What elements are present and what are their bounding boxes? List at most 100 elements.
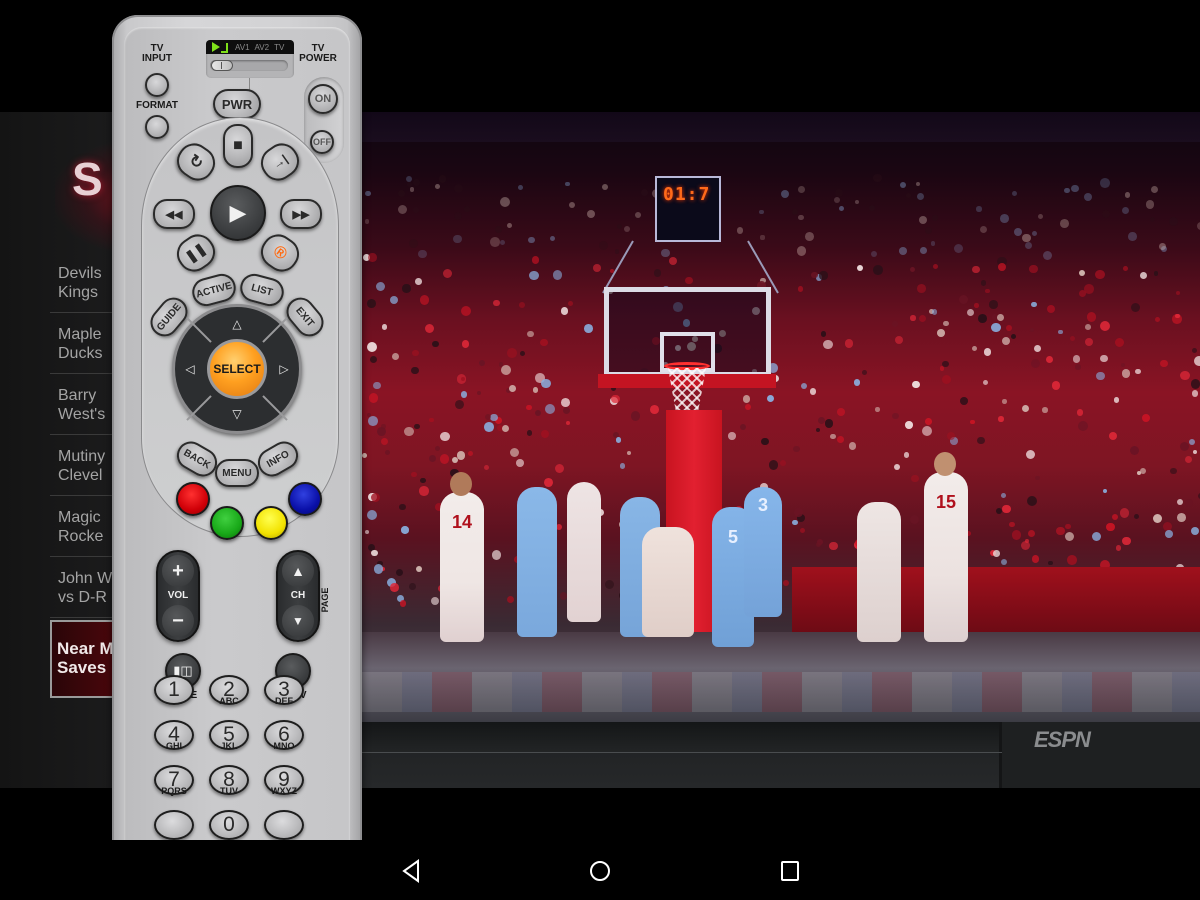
crowd-fan bbox=[1069, 335, 1076, 342]
back-icon[interactable] bbox=[396, 858, 426, 884]
mode-slider-knob[interactable] bbox=[211, 60, 233, 71]
crowd-fan bbox=[1011, 530, 1022, 540]
crowd-fan bbox=[946, 431, 956, 440]
crowd-fan bbox=[390, 583, 399, 592]
crowd-fan bbox=[1048, 560, 1053, 566]
crowd-fan bbox=[1191, 347, 1198, 354]
crowd-fan bbox=[1165, 530, 1173, 539]
court-reflection bbox=[362, 672, 1200, 712]
red-button[interactable] bbox=[176, 482, 210, 516]
player bbox=[567, 482, 601, 622]
key-letters-label: WXYZ bbox=[271, 786, 297, 796]
progress-line[interactable] bbox=[362, 752, 1002, 753]
crowd-fan bbox=[1160, 359, 1168, 368]
crowd-fan bbox=[872, 173, 882, 183]
crowd-fan bbox=[1029, 327, 1035, 333]
down-arrow-button[interactable]: ▽ bbox=[215, 401, 259, 427]
crowd-fan bbox=[1002, 504, 1011, 513]
crowd-fan bbox=[1100, 178, 1111, 189]
crowd-fan bbox=[1108, 431, 1117, 440]
blue-button[interactable] bbox=[288, 482, 322, 516]
crowd-fan bbox=[759, 209, 764, 215]
player bbox=[857, 502, 901, 642]
crowd-fan bbox=[820, 331, 827, 337]
crowd-fan bbox=[370, 549, 378, 557]
crowd-fan bbox=[984, 348, 992, 356]
key-letters-label: PQRS bbox=[161, 786, 187, 796]
stop-button[interactable]: ■ bbox=[223, 124, 253, 168]
fast-forward-button[interactable]: ▶▶ bbox=[280, 199, 322, 229]
channel-down-button[interactable]: ▼ bbox=[282, 605, 314, 637]
crowd-fan bbox=[1076, 409, 1084, 416]
tv-on-button[interactable]: ON bbox=[308, 84, 338, 114]
crowd-fan bbox=[507, 347, 517, 358]
crowd-fan bbox=[367, 509, 378, 520]
crowd-fan bbox=[1177, 498, 1184, 506]
crowd-fan bbox=[941, 374, 951, 385]
crowd-fan bbox=[545, 404, 555, 415]
crowd-fan bbox=[685, 276, 693, 284]
dpad-divider bbox=[262, 317, 288, 343]
mode-option-tv[interactable]: TV bbox=[274, 43, 284, 52]
mode-option-av2[interactable]: AV2 bbox=[255, 43, 270, 52]
jersey-number: 15 bbox=[935, 492, 957, 512]
jersey-number: 3 bbox=[757, 495, 768, 515]
crowd-fan bbox=[1064, 187, 1070, 194]
select-button[interactable]: SELECT bbox=[207, 339, 267, 399]
tv-off-button[interactable]: OFF bbox=[310, 130, 334, 154]
crowd-fan bbox=[1083, 192, 1093, 202]
tv-input-button[interactable] bbox=[145, 73, 169, 97]
recents-icon[interactable] bbox=[775, 858, 805, 884]
crowd-fan bbox=[853, 379, 861, 386]
crowd-fan bbox=[1096, 372, 1105, 381]
crowd-fan bbox=[420, 477, 426, 484]
volume-down-button[interactable]: − bbox=[162, 605, 194, 637]
crowd-fan bbox=[839, 205, 845, 211]
rewind-button[interactable]: ◀◀ bbox=[153, 199, 195, 229]
green-button[interactable] bbox=[210, 506, 244, 540]
volume-up-button[interactable]: + bbox=[162, 555, 194, 587]
left-arrow-button[interactable]: ◁ bbox=[177, 347, 203, 391]
right-arrow-button[interactable]: ▷ bbox=[271, 347, 297, 391]
pwr-button[interactable]: PWR bbox=[213, 89, 261, 119]
crowd-fan bbox=[1111, 514, 1119, 521]
up-arrow-button[interactable]: △ bbox=[215, 311, 259, 337]
crowd-fan bbox=[1122, 536, 1131, 546]
play-button[interactable]: ▶ bbox=[210, 185, 266, 241]
crowd-fan bbox=[977, 436, 985, 445]
player: 3 bbox=[744, 487, 782, 617]
crowd-fan bbox=[1119, 508, 1129, 518]
net bbox=[668, 368, 706, 410]
video-player[interactable]: 01:7 14 5 3 15 bbox=[362, 112, 1200, 722]
yellow-button[interactable] bbox=[254, 506, 288, 540]
channel-up-button[interactable]: ▲ bbox=[282, 555, 314, 587]
dpad-divider bbox=[186, 395, 212, 421]
crowd-fan bbox=[985, 288, 990, 294]
menu-button[interactable]: MENU bbox=[215, 459, 259, 487]
crowd-fan bbox=[604, 579, 614, 589]
crowd-fan bbox=[413, 423, 420, 430]
key-0-button[interactable]: 0 bbox=[209, 810, 249, 840]
crowd-fan bbox=[392, 352, 400, 360]
crowd-fan bbox=[554, 463, 564, 473]
crowd-fan bbox=[1168, 217, 1179, 227]
crowd-fan bbox=[615, 249, 620, 254]
crowd-fan bbox=[490, 237, 501, 247]
mode-option-av1[interactable]: AV1 bbox=[235, 43, 250, 52]
home-icon[interactable] bbox=[585, 858, 615, 884]
crowd-fan bbox=[903, 452, 910, 458]
crowd-fan bbox=[519, 350, 526, 357]
crowd-fan bbox=[384, 449, 390, 455]
crowd-fan bbox=[937, 329, 946, 338]
key-button[interactable] bbox=[264, 810, 304, 840]
mode-switch[interactable]: AV1 AV2 TV bbox=[206, 40, 294, 78]
crowd-fan bbox=[1031, 302, 1037, 308]
mode-slider-track[interactable] bbox=[210, 60, 288, 71]
key-1-button[interactable]: 1 bbox=[154, 675, 194, 705]
crowd-fan bbox=[443, 269, 453, 279]
format-button[interactable] bbox=[145, 115, 169, 139]
key-button[interactable] bbox=[154, 810, 194, 840]
courtside-ad-board bbox=[792, 567, 1200, 637]
crowd-fan bbox=[1084, 284, 1094, 294]
crowd-fan bbox=[381, 438, 389, 446]
